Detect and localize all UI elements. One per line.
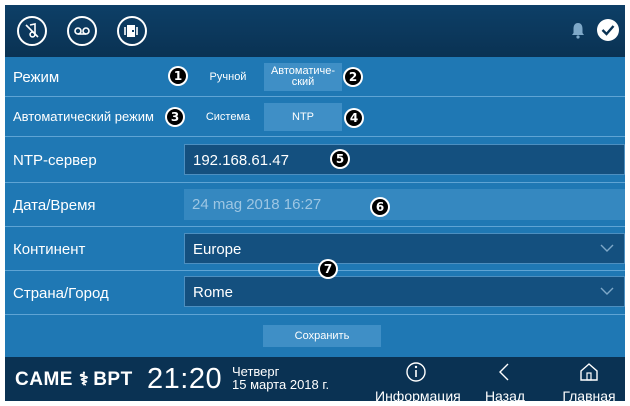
check-icon[interactable] [597,19,619,41]
settings-screen: Режим 1 Ручной Автоматиче-ский 2 Автомат… [5,5,625,401]
callout-marker: 3 [165,107,185,127]
date-display: Четверг 15 марта 2018 г. [232,365,329,391]
date: 15 марта 2018 г. [232,377,330,392]
mute-sound-icon[interactable] [17,16,47,46]
datetime-row: Дата/Время 24 mag 2018 16:27 6 [5,183,625,227]
continent-value: Europe [193,241,242,258]
mode-row: Режим 1 Ручной Автоматиче-ский 2 [5,57,625,97]
nav-back-button[interactable]: Назад [475,361,535,401]
brand-logo: CAME ⚕ BPT [15,369,133,390]
datetime-field: 24 mag 2018 16:27 [184,189,625,220]
nav-home-label: Главная [562,388,616,401]
callout-marker: 2 [343,67,363,87]
nav-info-button[interactable]: Информация [375,361,461,401]
auto-option-ntp[interactable]: NTP [264,103,342,131]
nav-home-button[interactable]: Главная [557,361,621,401]
brand-separator-icon: ⚕ [78,369,90,389]
country-row: Страна/Город Rome [5,271,625,315]
clock: 21:20 [147,363,223,395]
country-label: Страна/Город [13,285,109,302]
callout-marker: 4 [344,108,364,128]
callout-marker: 7 [318,259,338,279]
bottom-bar: CAME ⚕ BPT 21:20 Четверг 15 марта 2018 г. … [5,357,625,401]
mode-option-manual[interactable]: Ручной [194,63,262,91]
mode-option-automatic[interactable]: Автоматиче-ский [264,63,342,91]
datetime-value: 24 mag 2018 16:27 [192,196,322,213]
country-value: Rome [193,284,234,301]
top-bar [5,5,625,57]
chevron-down-icon [600,244,614,252]
voicemail-icon[interactable] [67,16,97,46]
datetime-label: Дата/Время [13,197,96,214]
nav-back-label: Назад [484,388,526,401]
ntp-server-value: 192.168.61.47 [193,152,289,169]
country-dropdown[interactable]: Rome [184,276,625,307]
callout-marker: 6 [370,197,390,217]
continent-label: Континент [13,241,86,258]
chevron-down-icon [600,287,614,295]
mode-label: Режим [13,69,60,86]
continent-row: Континент Europe [5,227,625,271]
callout-marker: 5 [330,149,350,169]
continent-dropdown[interactable]: Europe [184,233,625,264]
door-icon[interactable] [117,16,147,46]
bell-icon[interactable] [571,22,585,44]
ntp-server-label: NTP-сервер [13,152,97,169]
nav-info-label: Информация [375,388,461,401]
home-icon [580,363,598,381]
back-chevron-icon [499,363,509,381]
auto-option-system[interactable]: Система [194,103,262,131]
auto-mode-row: Автоматический режим 3 Система NTP 4 [5,97,625,137]
save-button[interactable]: Сохранить [263,325,381,347]
ntp-server-row: NTP-сервер 192.168.61.47 5 [5,137,625,183]
ntp-server-field[interactable]: 192.168.61.47 [184,144,625,175]
callout-marker: 1 [168,66,188,86]
auto-mode-label: Автоматический режим [13,109,154,124]
info-icon [406,362,426,382]
